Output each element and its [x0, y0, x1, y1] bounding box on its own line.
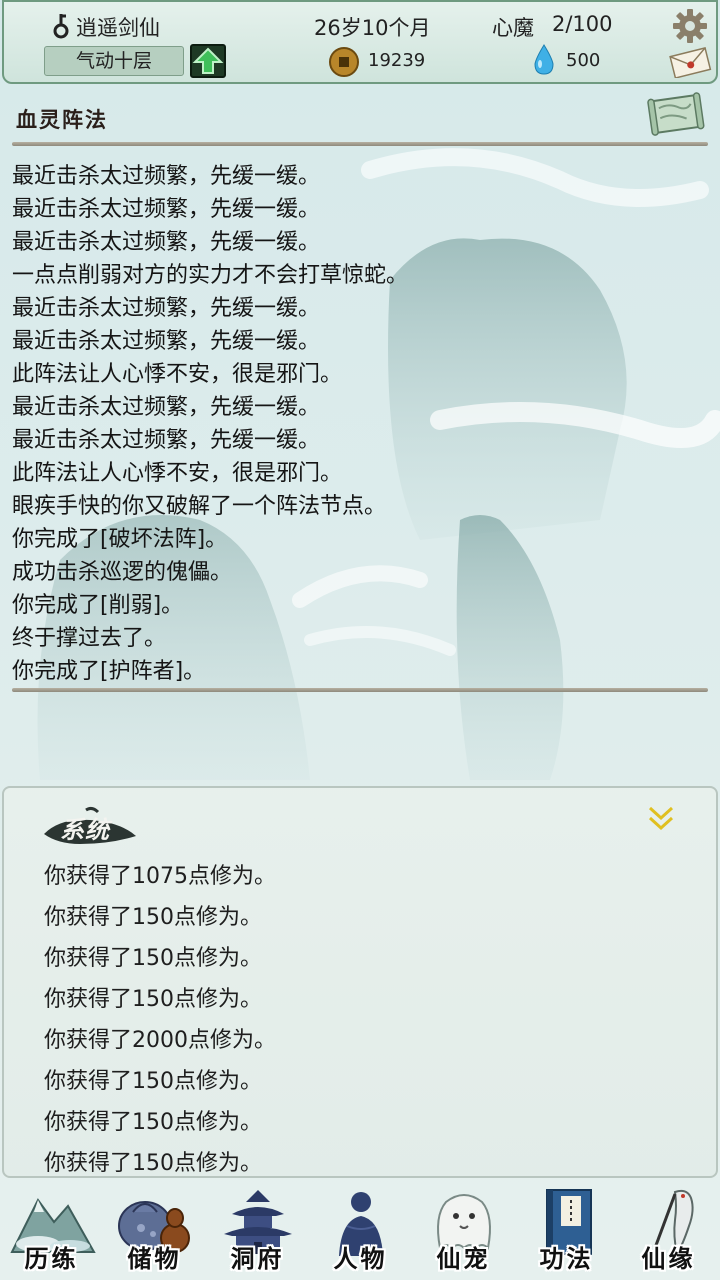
- system-panel: 系统 你获得了1075点修为。 你获得了150点修为。 你获得了150点修为。 …: [2, 786, 718, 1178]
- log-line: 最近击杀太过频繁，先缓一缓。: [12, 296, 321, 321]
- log-line: 你完成了[破坏法阵]。: [12, 527, 228, 552]
- system-message: 你获得了150点修为。: [44, 1151, 262, 1176]
- log-line: 一点点削弱对方的实力才不会打草惊蛇。: [12, 263, 409, 288]
- nav-storage[interactable]: 储物: [103, 1182, 206, 1280]
- system-message: 你获得了2000点修为。: [44, 1028, 276, 1053]
- nav-cave[interactable]: 洞府: [206, 1182, 309, 1280]
- event-log: 最近击杀太过频繁，先缓一缓。 最近击杀太过频繁，先缓一缓。 最近击杀太过频繁，先…: [12, 160, 708, 688]
- coin-count: 19239: [368, 50, 426, 71]
- log-line: 你完成了[护阵者]。: [12, 659, 206, 684]
- key-icon: [53, 14, 69, 39]
- status-header: 逍遥剑仙 26岁10个月 心魔 2/100 气动十层 19239 500: [2, 0, 718, 84]
- level-up-icon: [192, 47, 224, 74]
- system-message: 你获得了150点修为。: [44, 1110, 262, 1135]
- bottom-nav: 历练 储物 洞府 人物 仙宠 功法 仙缘: [0, 1182, 720, 1280]
- log-line: 最近击杀太过频繁，先缓一缓。: [12, 230, 321, 255]
- nav-label: 储物: [127, 1244, 182, 1273]
- log-line: 最近击杀太过频繁，先缓一缓。: [12, 329, 321, 354]
- scroll-icon[interactable]: [646, 92, 706, 138]
- title-divider: [12, 142, 708, 146]
- nav-label: 历练: [24, 1244, 79, 1273]
- nav-label: 仙宠: [436, 1244, 491, 1273]
- nav-label: 洞府: [230, 1244, 285, 1273]
- spirit-stone-count: 500: [566, 50, 601, 71]
- system-title: 系统: [60, 815, 110, 844]
- coin-icon: [329, 47, 359, 77]
- heart-demon-value: 2/100: [552, 12, 613, 36]
- nav-training[interactable]: 历练: [0, 1182, 103, 1280]
- level-up-button[interactable]: [190, 44, 226, 78]
- page-title: 血灵阵法: [16, 107, 108, 132]
- system-message: 你获得了1075点修为。: [44, 864, 276, 889]
- player-age: 26岁10个月: [314, 16, 431, 40]
- log-line: 最近击杀太过频繁，先缓一缓。: [12, 395, 321, 420]
- heart-demon-label: 心魔: [492, 16, 534, 40]
- log-divider: [12, 688, 708, 692]
- log-line: 最近击杀太过频繁，先缓一缓。: [12, 428, 321, 453]
- log-line: 终于撑过去了。: [12, 626, 167, 651]
- log-line: 眼疾手快的你又破解了一个阵法节点。: [12, 494, 387, 519]
- realm-level[interactable]: 气动十层: [44, 46, 184, 76]
- nav-label: 功法: [539, 1244, 594, 1273]
- mail-icon[interactable]: [668, 46, 712, 78]
- system-message: 你获得了150点修为。: [44, 1069, 262, 1094]
- nav-skills[interactable]: 功法: [515, 1182, 618, 1280]
- log-line: 成功击杀巡逻的傀儡。: [12, 560, 233, 585]
- system-message: 你获得了150点修为。: [44, 987, 262, 1012]
- system-message: 你获得了150点修为。: [44, 946, 262, 971]
- log-line: 此阵法让人心悸不安，很是邪门。: [12, 461, 343, 486]
- log-line: 你完成了[削弱]。: [12, 593, 184, 618]
- water-drop-icon: [534, 44, 554, 75]
- system-message: 你获得了150点修为。: [44, 905, 262, 930]
- nav-label: 仙缘: [641, 1244, 696, 1273]
- nav-label: 人物: [333, 1244, 388, 1273]
- system-log: 你获得了1075点修为。 你获得了150点修为。 你获得了150点修为。 你获得…: [44, 856, 684, 1184]
- log-line: 此阵法让人心悸不安，很是邪门。: [12, 362, 343, 387]
- player-name[interactable]: 逍遥剑仙: [76, 12, 160, 42]
- gear-icon[interactable]: [672, 8, 708, 44]
- double-chevron-down-icon[interactable]: [644, 802, 678, 834]
- nav-fate[interactable]: 仙缘: [617, 1182, 720, 1280]
- nav-pet[interactable]: 仙宠: [412, 1182, 515, 1280]
- log-line: 最近击杀太过频繁，先缓一缓。: [12, 164, 321, 189]
- nav-character[interactable]: 人物: [309, 1182, 412, 1280]
- log-line: 最近击杀太过频繁，先缓一缓。: [12, 197, 321, 222]
